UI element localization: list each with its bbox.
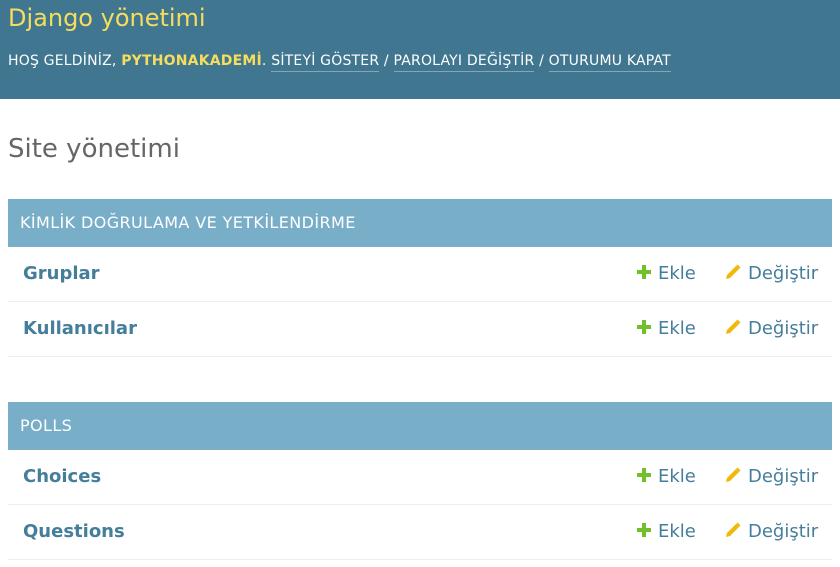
pencil-icon xyxy=(726,319,741,334)
plus-icon xyxy=(637,320,651,334)
module-polls: POLLS Choices Ekle Değiştir Questions Ek… xyxy=(8,402,832,560)
header: Django yönetimi HOŞ GELDİNİZ, PYTHONAKAD… xyxy=(0,0,840,99)
separator: / xyxy=(383,53,389,69)
change-button[interactable]: Değiştir xyxy=(724,505,818,559)
add-button[interactable]: Ekle xyxy=(636,505,696,559)
module-caption[interactable]: KİMLİK DOĞRULAMA VE YETKİLENDİRME xyxy=(8,199,832,247)
add-label: Ekle xyxy=(658,466,696,487)
add-label: Ekle xyxy=(658,521,696,542)
welcome-text: HOŞ GELDİNİZ, xyxy=(8,53,117,69)
pencil-icon xyxy=(726,264,741,279)
separator: / xyxy=(539,53,544,69)
pencil-icon xyxy=(726,522,741,537)
username: PYTHONAKADEMİ xyxy=(121,53,262,69)
add-label: Ekle xyxy=(658,263,696,284)
logout-link[interactable]: OTURUMU KAPAT xyxy=(548,53,671,72)
change-label: Değiştir xyxy=(748,263,819,284)
pencil-icon xyxy=(726,467,741,482)
add-button[interactable]: Ekle xyxy=(636,302,696,356)
change-password-link[interactable]: PAROLAYI DEĞİŞTİR xyxy=(393,53,535,72)
model-link-questions[interactable]: Questions xyxy=(23,505,125,559)
page-title: Site yönetimi xyxy=(8,134,180,164)
module-caption[interactable]: POLLS xyxy=(8,402,832,450)
model-link-groups[interactable]: Gruplar xyxy=(23,247,100,301)
add-button[interactable]: Ekle xyxy=(636,450,696,504)
user-tools: HOŞ GELDİNİZ, PYTHONAKADEMİ. SİTEYİ GÖST… xyxy=(8,51,671,72)
plus-icon xyxy=(637,523,651,537)
change-label: Değiştir xyxy=(748,521,819,542)
plus-icon xyxy=(637,265,651,279)
change-label: Değiştir xyxy=(748,466,819,487)
change-button[interactable]: Değiştir xyxy=(724,450,818,504)
model-link-users[interactable]: Kullanıcılar xyxy=(23,302,137,356)
plus-icon xyxy=(637,468,651,482)
view-site-link[interactable]: SİTEYİ GÖSTER xyxy=(271,53,380,72)
model-row-groups: Gruplar Ekle Değiştir xyxy=(8,247,832,302)
period: . xyxy=(261,53,267,69)
model-row-choices: Choices Ekle Değiştir xyxy=(8,450,832,505)
model-row-questions: Questions Ekle Değiştir xyxy=(8,505,832,560)
change-button[interactable]: Değiştir xyxy=(724,302,818,356)
change-label: Değiştir xyxy=(748,318,819,339)
change-button[interactable]: Değiştir xyxy=(724,247,818,301)
site-branding[interactable]: Django yönetimi xyxy=(8,2,206,34)
add-button[interactable]: Ekle xyxy=(636,247,696,301)
model-row-users: Kullanıcılar Ekle Değiştir xyxy=(8,302,832,357)
add-label: Ekle xyxy=(658,318,696,339)
module-auth: KİMLİK DOĞRULAMA VE YETKİLENDİRME Grupla… xyxy=(8,199,832,357)
model-link-choices[interactable]: Choices xyxy=(23,450,101,504)
